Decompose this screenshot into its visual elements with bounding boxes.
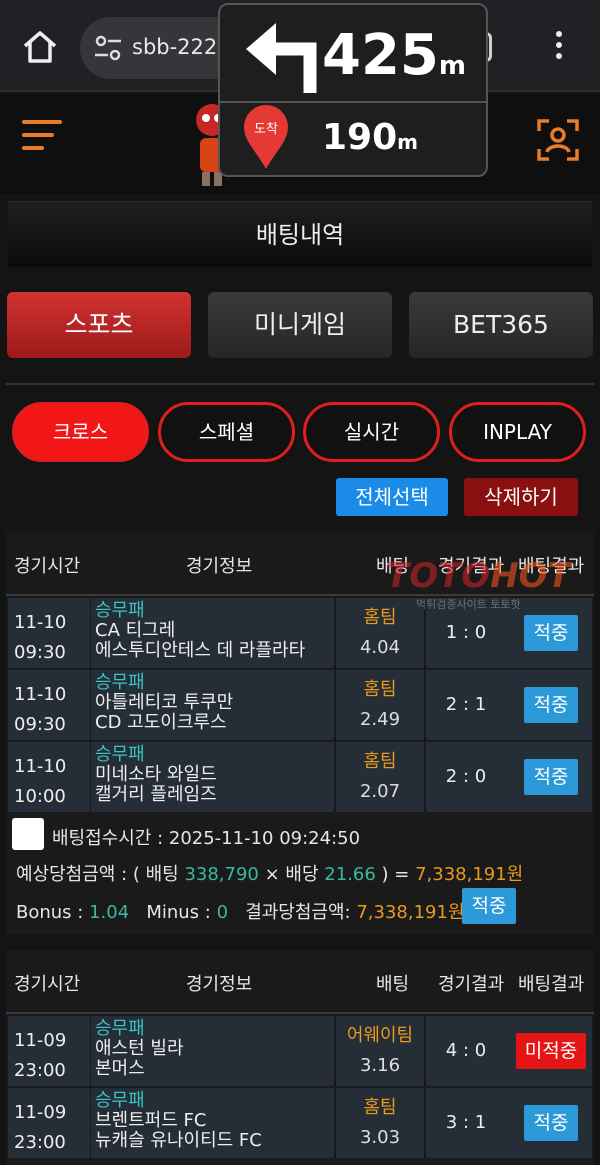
table-row: 11-09 23:00 승무패 애스턴 빌라 본머스 어웨이팀 3.16 4 : 0 미적… <box>6 1016 594 1086</box>
result-badge: 적중 <box>524 1105 578 1141</box>
expected-win: 7,338,191원 <box>415 864 524 885</box>
tab-sports[interactable]: 스포츠 <box>7 292 191 358</box>
match-date: 11-10 <box>14 756 67 777</box>
bet-slip: 경기시간 경기정보 배팅 경기결과 배팅결과 11-09 23:00 승무패 애스턴… <box>6 950 594 1165</box>
subtab-special[interactable]: 스페셜 <box>158 402 295 462</box>
received-time: 배팅접수시간 : 2025-11-10 09:24:50 <box>52 828 361 849</box>
col-info: 경기정보 <box>186 974 253 995</box>
col-time: 경기시간 <box>14 974 81 995</box>
result-badge: 적중 <box>524 759 578 795</box>
home-team: 아틀레티코 투쿠만 <box>95 692 234 713</box>
slip-final-badge: 적중 <box>462 888 516 924</box>
match-score: 1 : 0 <box>445 622 487 643</box>
away-team: 본머스 <box>95 1058 145 1079</box>
navigation-overlay: 425m 도착 190m <box>218 3 488 177</box>
match-time: 09:30 <box>14 642 66 663</box>
result-amount: 7,338,191원 <box>356 902 465 923</box>
away-team: 에스투디안테스 데 라플라타 <box>95 640 306 661</box>
select-all-button[interactable]: 전체선택 <box>336 478 448 516</box>
market-label: 승무패 <box>95 1018 145 1039</box>
bonus-value: 1.04 <box>89 902 130 923</box>
home-team: 애스턴 빌라 <box>95 1038 184 1059</box>
destination-pin-icon: 도착 <box>244 105 288 169</box>
home-team: 브렌트퍼드 FC <box>95 1110 207 1131</box>
subtab-inplay[interactable]: INPLAY <box>449 402 586 462</box>
bet-odds: 3.16 <box>359 1055 401 1076</box>
away-team: 뉴캐슬 유나이티드 FC <box>95 1130 262 1151</box>
result-badge: 적중 <box>524 687 578 723</box>
match-score: 2 : 0 <box>445 766 487 787</box>
bet-pick: 어웨이팀 <box>346 1025 414 1046</box>
hamburger-menu-icon[interactable] <box>22 120 62 160</box>
table-row: 11-10 09:30 승무패 아틀레티코 투쿠만 CD 고도이크루스 홈팀 2.49 … <box>6 670 594 740</box>
col-result: 배팅결과 <box>518 974 585 995</box>
bet-pick: 홈팀 <box>363 751 397 772</box>
home-team: 미네소타 와일드 <box>95 764 217 785</box>
col-info: 경기정보 <box>186 556 253 577</box>
total-odds: 21.66 <box>324 864 376 885</box>
main-distance: 425m <box>322 23 466 88</box>
match-date: 11-10 <box>14 684 67 705</box>
match-score: 2 : 1 <box>445 694 487 715</box>
subtab-cross[interactable]: 크로스 <box>12 402 149 462</box>
match-time: 23:00 <box>14 1132 66 1153</box>
match-time: 10:00 <box>14 786 66 807</box>
match-score: 3 : 1 <box>445 1112 487 1133</box>
col-score: 경기결과 <box>438 974 505 995</box>
match-date: 11-10 <box>14 612 67 633</box>
match-date: 11-09 <box>14 1102 67 1123</box>
arrival-distance: 190m <box>322 117 418 158</box>
tab-minigame[interactable]: 미니게임 <box>208 292 392 358</box>
subtab-realtime[interactable]: 실시간 <box>303 402 440 462</box>
col-time: 경기시간 <box>14 556 81 577</box>
expected-win-line: 예상당첨금액 : ( 배팅 338,790 × 배당 21.66 ) = 7,3… <box>16 864 524 885</box>
match-time: 09:30 <box>14 714 66 735</box>
page-title: 배팅내역 <box>8 201 592 267</box>
bet-pick: 홈팀 <box>363 679 397 700</box>
tab-bet365[interactable]: BET365 <box>409 292 593 358</box>
bet-odds: 2.49 <box>359 709 401 730</box>
slip-checkbox[interactable] <box>12 818 44 850</box>
result-badge: 적중 <box>524 615 578 651</box>
bet-pick: 홈팀 <box>363 1097 397 1118</box>
match-time: 23:00 <box>14 1060 66 1081</box>
match-date: 11-09 <box>14 1030 67 1051</box>
result-badge: 미적중 <box>516 1033 586 1069</box>
site-settings-icon[interactable] <box>94 35 122 61</box>
away-team: CD 고도이크루스 <box>95 712 227 733</box>
away-team: 캘거리 플레임즈 <box>95 784 217 805</box>
market-label: 승무패 <box>95 600 145 621</box>
bet-odds: 4.04 <box>359 637 401 658</box>
watermark: TOTOHOT 먹튀검증사이트 토토핫 <box>386 556 571 611</box>
minus-value: 0 <box>216 902 229 923</box>
market-label: 승무패 <box>95 744 145 765</box>
turn-left-arrow-icon <box>246 23 317 93</box>
divider <box>6 383 594 385</box>
market-label: 승무패 <box>95 672 145 693</box>
bet-odds: 3.03 <box>359 1127 401 1148</box>
stake: 338,790 <box>184 864 259 885</box>
col-bet: 배팅 <box>376 974 410 995</box>
svg-text:도착: 도착 <box>254 122 278 137</box>
market-label: 승무패 <box>95 1090 145 1111</box>
bet-odds: 2.07 <box>359 781 401 802</box>
table-row: 11-10 10:00 승무패 미네소타 와일드 캘거리 플레임즈 홈팀 2.07 2 … <box>6 742 594 812</box>
delete-button[interactable]: 삭제하기 <box>464 478 578 516</box>
more-menu-icon[interactable] <box>546 28 572 64</box>
match-score: 4 : 0 <box>445 1040 487 1061</box>
home-team: CA 티그레 <box>95 620 176 641</box>
table-header: 경기시간 경기정보 배팅 경기결과 배팅결과 <box>6 950 594 1014</box>
user-profile-icon[interactable] <box>536 118 580 162</box>
table-row: 11-09 23:00 승무패 브렌트퍼드 FC 뉴캐슬 유나이티드 FC 홈팀 3.0… <box>6 1088 594 1158</box>
home-icon[interactable] <box>20 27 60 67</box>
